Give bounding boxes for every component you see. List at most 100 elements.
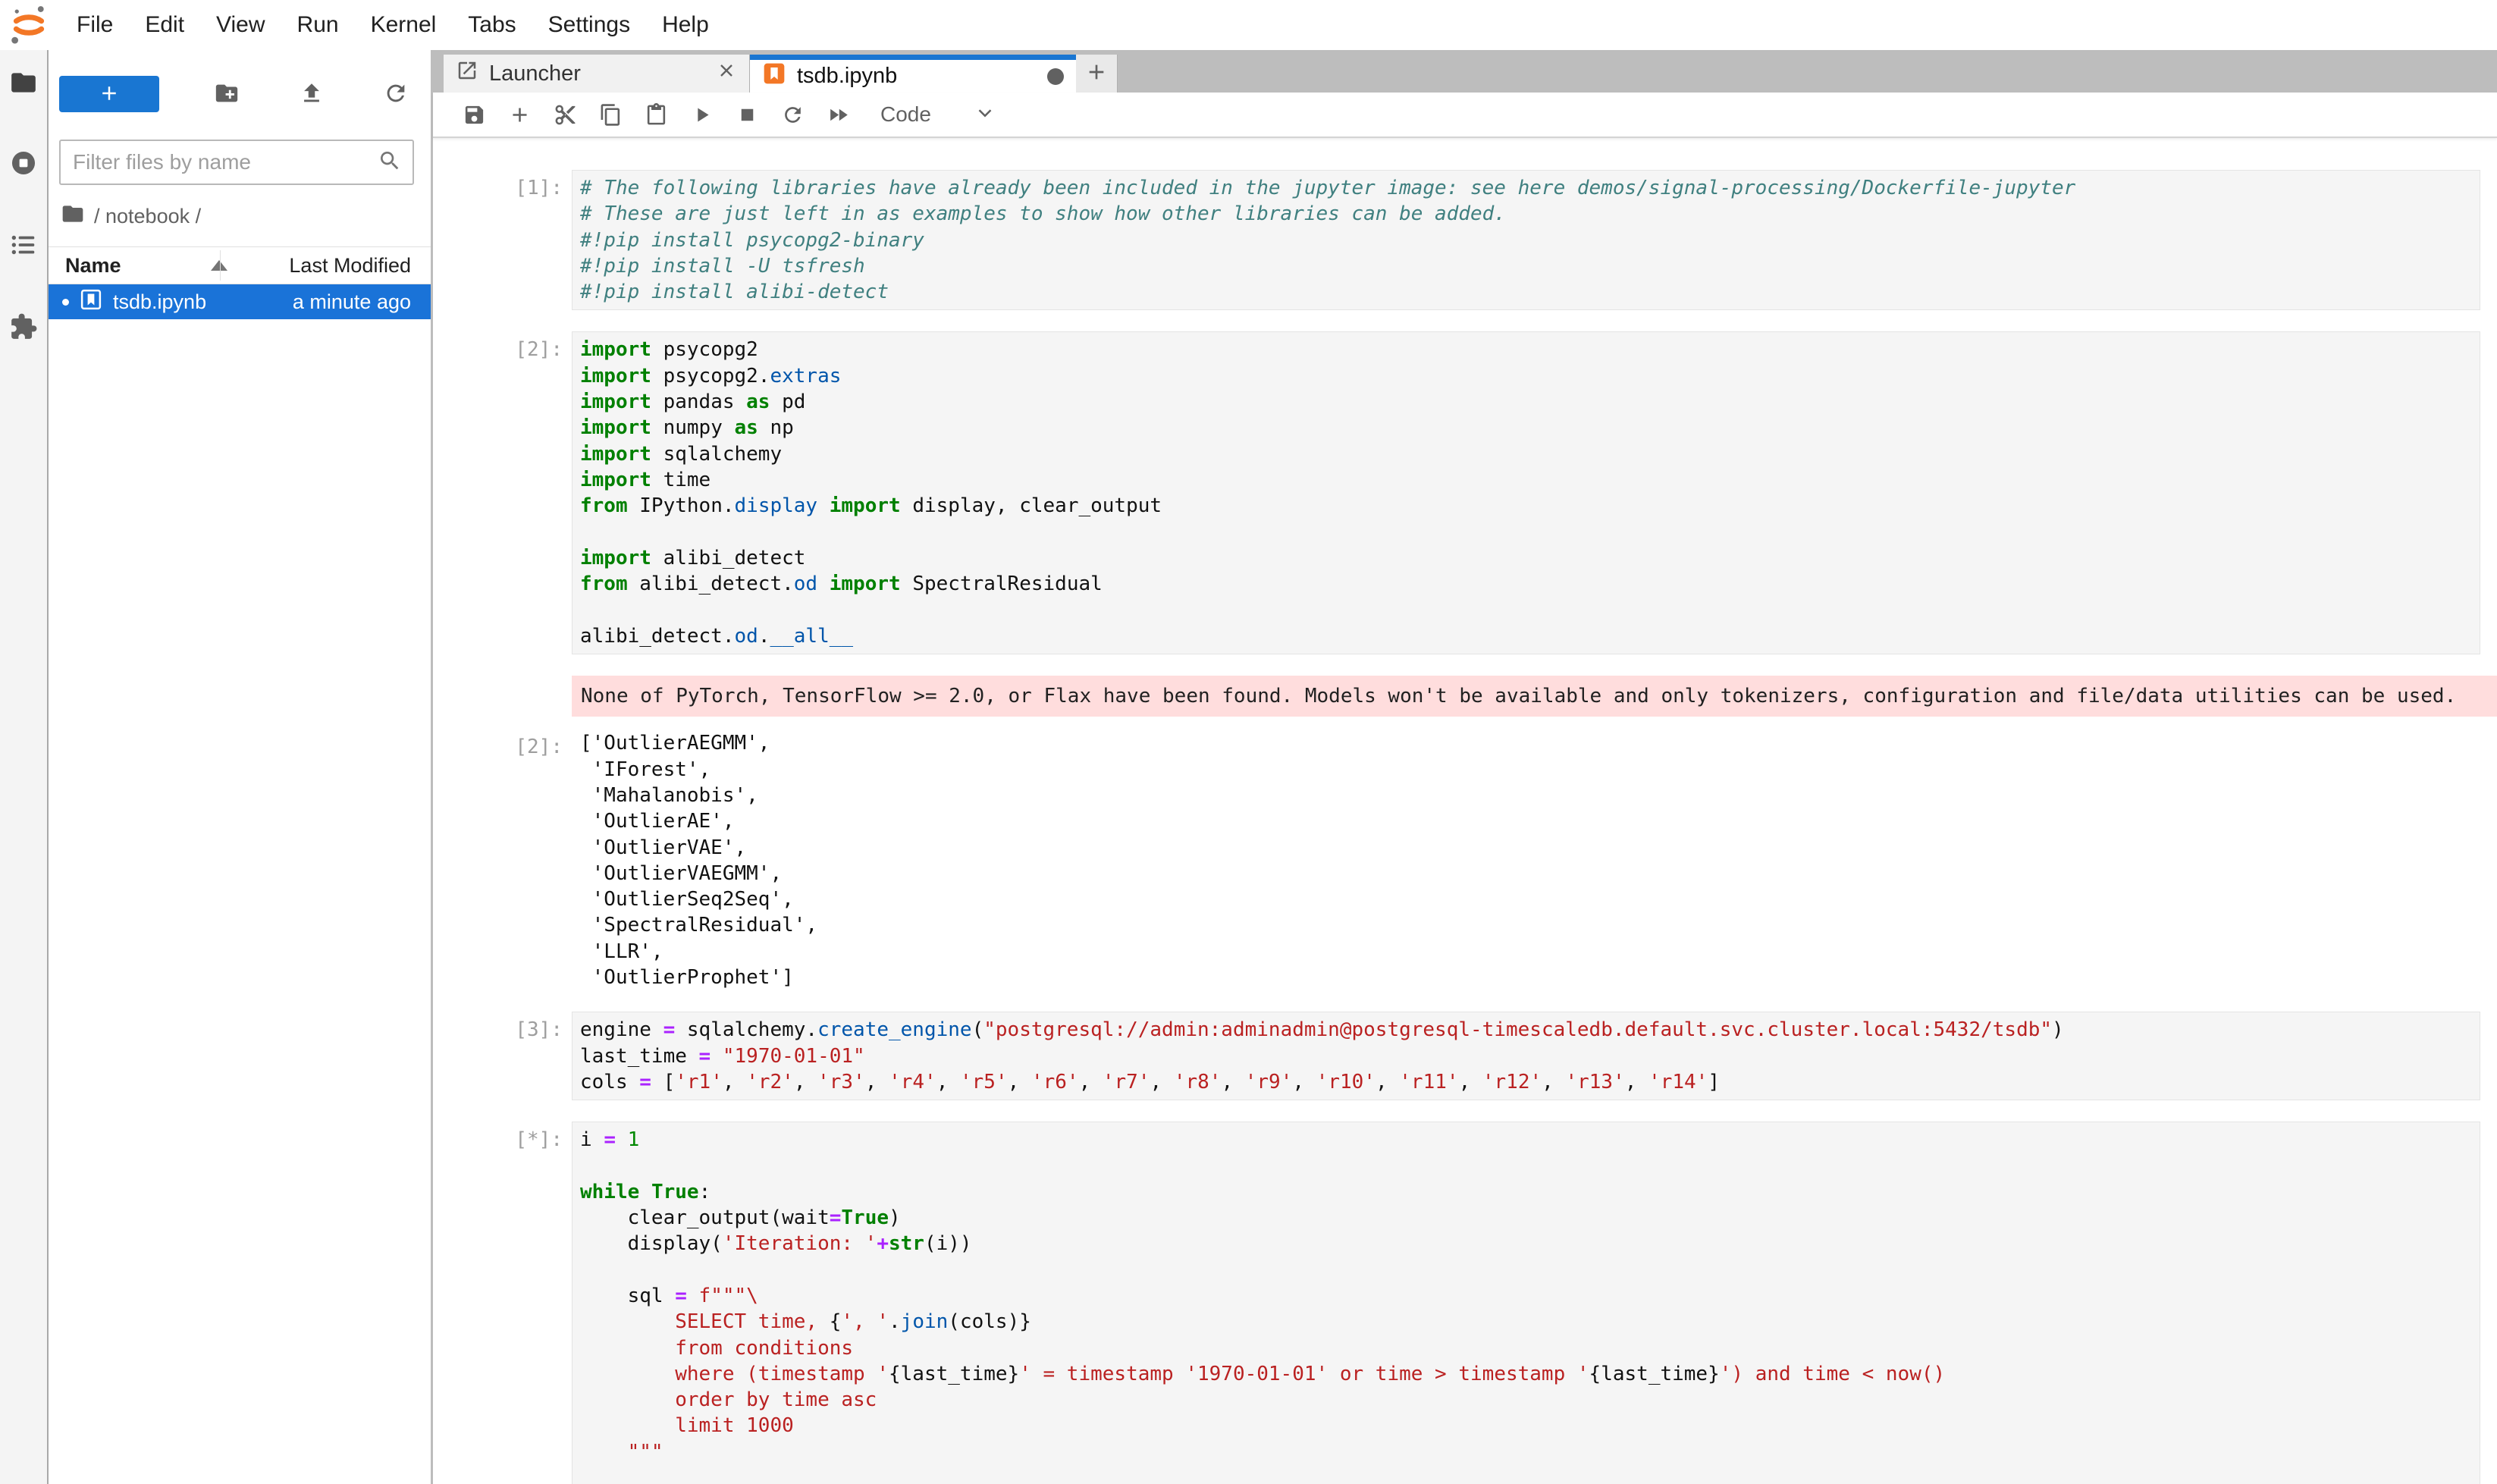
jupyter-logo-icon [8,4,50,46]
cut-cells-button[interactable] [542,98,588,131]
cell-editor[interactable]: engine = sqlalchemy.create_engine("postg… [572,1012,2480,1100]
tab-launcher[interactable]: Launcher [444,55,750,93]
code-line: import psycopg2.extras [580,363,2470,389]
code-line [580,1257,2470,1283]
refresh-icon [383,80,409,108]
code-cell: [2]:import psycopg2import psycopg2.extra… [485,331,2497,654]
code-line: sql = f"""\ [580,1283,2470,1309]
restart-run-all-button[interactable] [815,98,861,131]
column-divider [220,250,221,281]
cell-output-prompt [485,676,572,717]
menu-run[interactable]: Run [281,12,355,37]
menu-items: FileEditViewRunKernelTabsSettingsHelp [61,12,725,38]
sort-ascending-icon[interactable] [211,260,227,271]
cell-editor[interactable]: # The following libraries have already b… [572,170,2480,310]
menu-help[interactable]: Help [646,12,725,37]
code-line: from alibi_detect.od import SpectralResi… [580,571,2470,597]
code-line: #!pip install psycopg2-binary [580,227,2470,253]
file-browser-panel: / notebook / Name Last Modified tsdb.ipy… [49,50,433,1484]
table-of-contents-icon[interactable] [9,231,39,261]
file-name: tsdb.ipynb [113,290,206,314]
listing-header: Name Last Modified [49,246,431,284]
notebook-content: [1]: # The following libraries have alrea… [433,138,2497,1484]
code-line [580,1465,2470,1484]
code-line: display('Iteration: '+str(i)) [580,1231,2470,1257]
activity-bar [0,50,49,1484]
file-browser-toolbar [49,50,431,127]
running-sessions-icon[interactable] [9,149,39,179]
notebook-toolbar: Code [433,93,2497,138]
menu-kernel[interactable]: Kernel [355,12,453,37]
cell-input-prompt: [3]: [485,1012,572,1100]
code-line: alibi_detect.od.__all__ [580,623,2470,649]
code-line: last_time = "1970-01-01" [580,1043,2470,1069]
jupyterlab-window: FileEditViewRunKernelTabsSettingsHelp [0,0,2497,1484]
copy-cells-button[interactable] [588,98,633,131]
close-icon[interactable] [716,60,737,87]
code-line: i = 1 [580,1127,2470,1153]
menu-edit[interactable]: Edit [129,12,200,37]
cell-input-prompt: [2]: [485,331,572,654]
interrupt-kernel-button[interactable] [724,98,770,131]
menu-tabs[interactable]: Tabs [452,12,532,37]
cell-input-prompt: [1]: [485,170,572,310]
code-line: import numpy as np [580,415,2470,441]
cell-type-dropdown[interactable]: Code [880,102,931,127]
code-line: #!pip install alibi-detect [580,279,2470,305]
cell-editor[interactable]: import psycopg2import psycopg2.extrasimp… [572,331,2480,654]
code-line [580,1153,2470,1179]
refresh-button[interactable] [379,77,413,111]
chevron-down-icon[interactable] [974,102,996,128]
extension-manager-icon[interactable] [9,312,39,343]
code-line: #!pip install -U tsfresh [580,253,2470,279]
home-folder-icon[interactable] [61,202,85,231]
upload-button[interactable] [295,77,328,111]
filter-files-input[interactable] [71,149,378,175]
restart-kernel-button[interactable] [770,98,815,131]
notebook-icon [762,61,797,92]
code-line: # The following libraries have already b… [580,175,2470,201]
code-line: import sqlalchemy [580,441,2470,467]
code-line: limit 1000 [580,1413,2470,1439]
stderr-output: None of PyTorch, TensorFlow >= 2.0, or F… [485,676,2497,717]
tab-tsdb-notebook[interactable]: tsdb.ipynb [750,55,1076,93]
new-tab-button[interactable] [1076,55,1118,93]
menu-bar: FileEditViewRunKernelTabsSettingsHelp [0,0,2497,50]
code-line: SELECT time, {', '.join(cols)} [580,1309,2470,1335]
save-button[interactable] [451,98,497,131]
code-line: """ [580,1439,2470,1465]
add-cell-button[interactable] [497,98,542,131]
cell-editor[interactable]: i = 1 while True: clear_output(wait=True… [572,1122,2480,1484]
notebook-file-icon [80,288,113,316]
code-line: import pandas as pd [580,389,2470,415]
paste-cells-button[interactable] [633,98,679,131]
unsaved-changes-dot[interactable] [1047,68,1064,85]
tab-label: tsdb.ipynb [797,64,897,89]
modified-column-header[interactable]: Last Modified [289,254,411,278]
code-line: cols = ['r1', 'r2', 'r3', 'r4', 'r5', 'r… [580,1069,2470,1095]
code-line: from conditions [580,1335,2470,1361]
menu-view[interactable]: View [200,12,281,37]
launcher-icon [456,59,489,88]
cell-output-prompt: [2]: [485,729,572,990]
new-launcher-button[interactable] [59,76,159,112]
plus-icon [98,82,121,107]
execute-result-output: [2]:['OutlierAEGMM', 'IForest', 'Mahalan… [485,729,2497,990]
tab-label: Launcher [489,61,581,86]
code-cell: [3]:engine = sqlalchemy.create_engine("p… [485,1012,2497,1100]
menu-settings[interactable]: Settings [532,12,646,37]
file-browser-icon[interactable] [9,68,39,99]
new-folder-button[interactable] [210,77,243,111]
name-column-header[interactable]: Name [65,254,121,278]
main-area: Launcher tsdb.ipynb [433,50,2497,1484]
menu-file[interactable]: File [61,12,129,37]
search-icon [378,149,402,177]
upload-icon [299,80,325,108]
run-cell-button[interactable] [679,98,724,131]
breadcrumb[interactable]: / notebook / [61,202,431,231]
code-line [580,519,2470,545]
code-line: # These are just left in as examples to … [580,201,2470,227]
file-row-tsdb[interactable]: tsdb.ipynb a minute ago [49,284,431,319]
code-line [580,597,2470,623]
code-line: order by time asc [580,1387,2470,1413]
